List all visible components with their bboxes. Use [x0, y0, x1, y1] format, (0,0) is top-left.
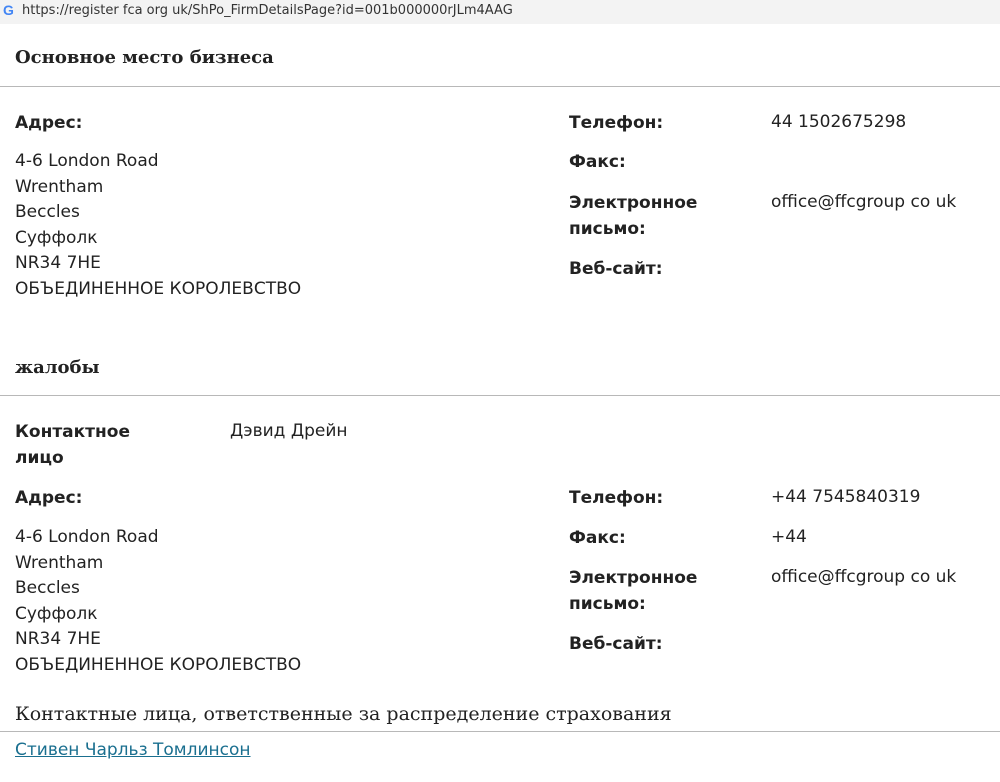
- fax-label: Факс:: [569, 528, 626, 548]
- email-value: office@ffcgroup co uk: [771, 192, 957, 212]
- phone-label: Телефон:: [569, 113, 664, 133]
- address-line: ОБЪЕДИНЕННОЕ КОРОЛЕВСТВО: [15, 654, 302, 675]
- contact-person-label: Контактное: [15, 422, 130, 442]
- email-label: письмо:: [569, 594, 646, 614]
- website-label: Веб-сайт:: [569, 259, 663, 279]
- phone-value: +44 7545840319: [771, 487, 921, 507]
- address-line: Суффолк: [15, 227, 98, 248]
- address-line: Beccles: [15, 578, 80, 599]
- address-line: Суффолк: [15, 603, 98, 624]
- url-text[interactable]: https://register fca org uk/ShPo_FirmDet…: [22, 3, 513, 18]
- contact-person-label: лицо: [15, 448, 64, 468]
- website-label: Веб-сайт:: [569, 634, 663, 654]
- email-label: Электронное: [569, 193, 698, 213]
- contact-person-value: Дэвид Дрейн: [230, 421, 348, 441]
- address-line: 4-6 London Road: [15, 151, 159, 171]
- section-title-insurance: Контактные лица, ответственные за распре…: [15, 703, 672, 725]
- address-line: Wrentham: [15, 552, 104, 573]
- email-value: office@ffcgroup co uk: [771, 567, 957, 587]
- browser-url-bar[interactable]: G https://register fca org uk/ShPo_FirmD…: [0, 0, 1000, 24]
- google-g-icon: G: [3, 2, 14, 18]
- address-block: 4-6 London Road Wrentham Beccles Суффолк…: [15, 525, 301, 679]
- divider: [0, 731, 1000, 732]
- section-title-principal: Основное место бизнеса: [15, 47, 274, 68]
- phone-value: 44 1502675298: [771, 112, 907, 132]
- fax-value: +44: [771, 527, 807, 547]
- address-block: 4-6 London Road Wrentham Beccles Суффолк…: [15, 149, 301, 303]
- address-line: ОБЪЕДИНЕННОЕ КОРОЛЕВСТВО: [15, 278, 302, 299]
- address-label: Адрес:: [15, 113, 83, 133]
- divider: [0, 395, 1000, 396]
- address-line: Wrentham: [15, 176, 104, 197]
- fax-label: Факс:: [569, 152, 626, 172]
- address-line: NR34 7HE: [15, 253, 101, 274]
- contact-person-link[interactable]: Стивен Чарльз Томлинсон: [15, 740, 251, 760]
- email-label: Электронное: [569, 568, 698, 588]
- section-title-complaints: жалобы: [15, 357, 100, 378]
- address-line: NR34 7HE: [15, 629, 101, 650]
- address-line: Beccles: [15, 202, 80, 223]
- divider: [0, 86, 1000, 87]
- address-label: Адрес:: [15, 488, 83, 508]
- phone-label: Телефон:: [569, 488, 664, 508]
- email-label: письмо:: [569, 219, 646, 239]
- address-line: 4-6 London Road: [15, 527, 159, 547]
